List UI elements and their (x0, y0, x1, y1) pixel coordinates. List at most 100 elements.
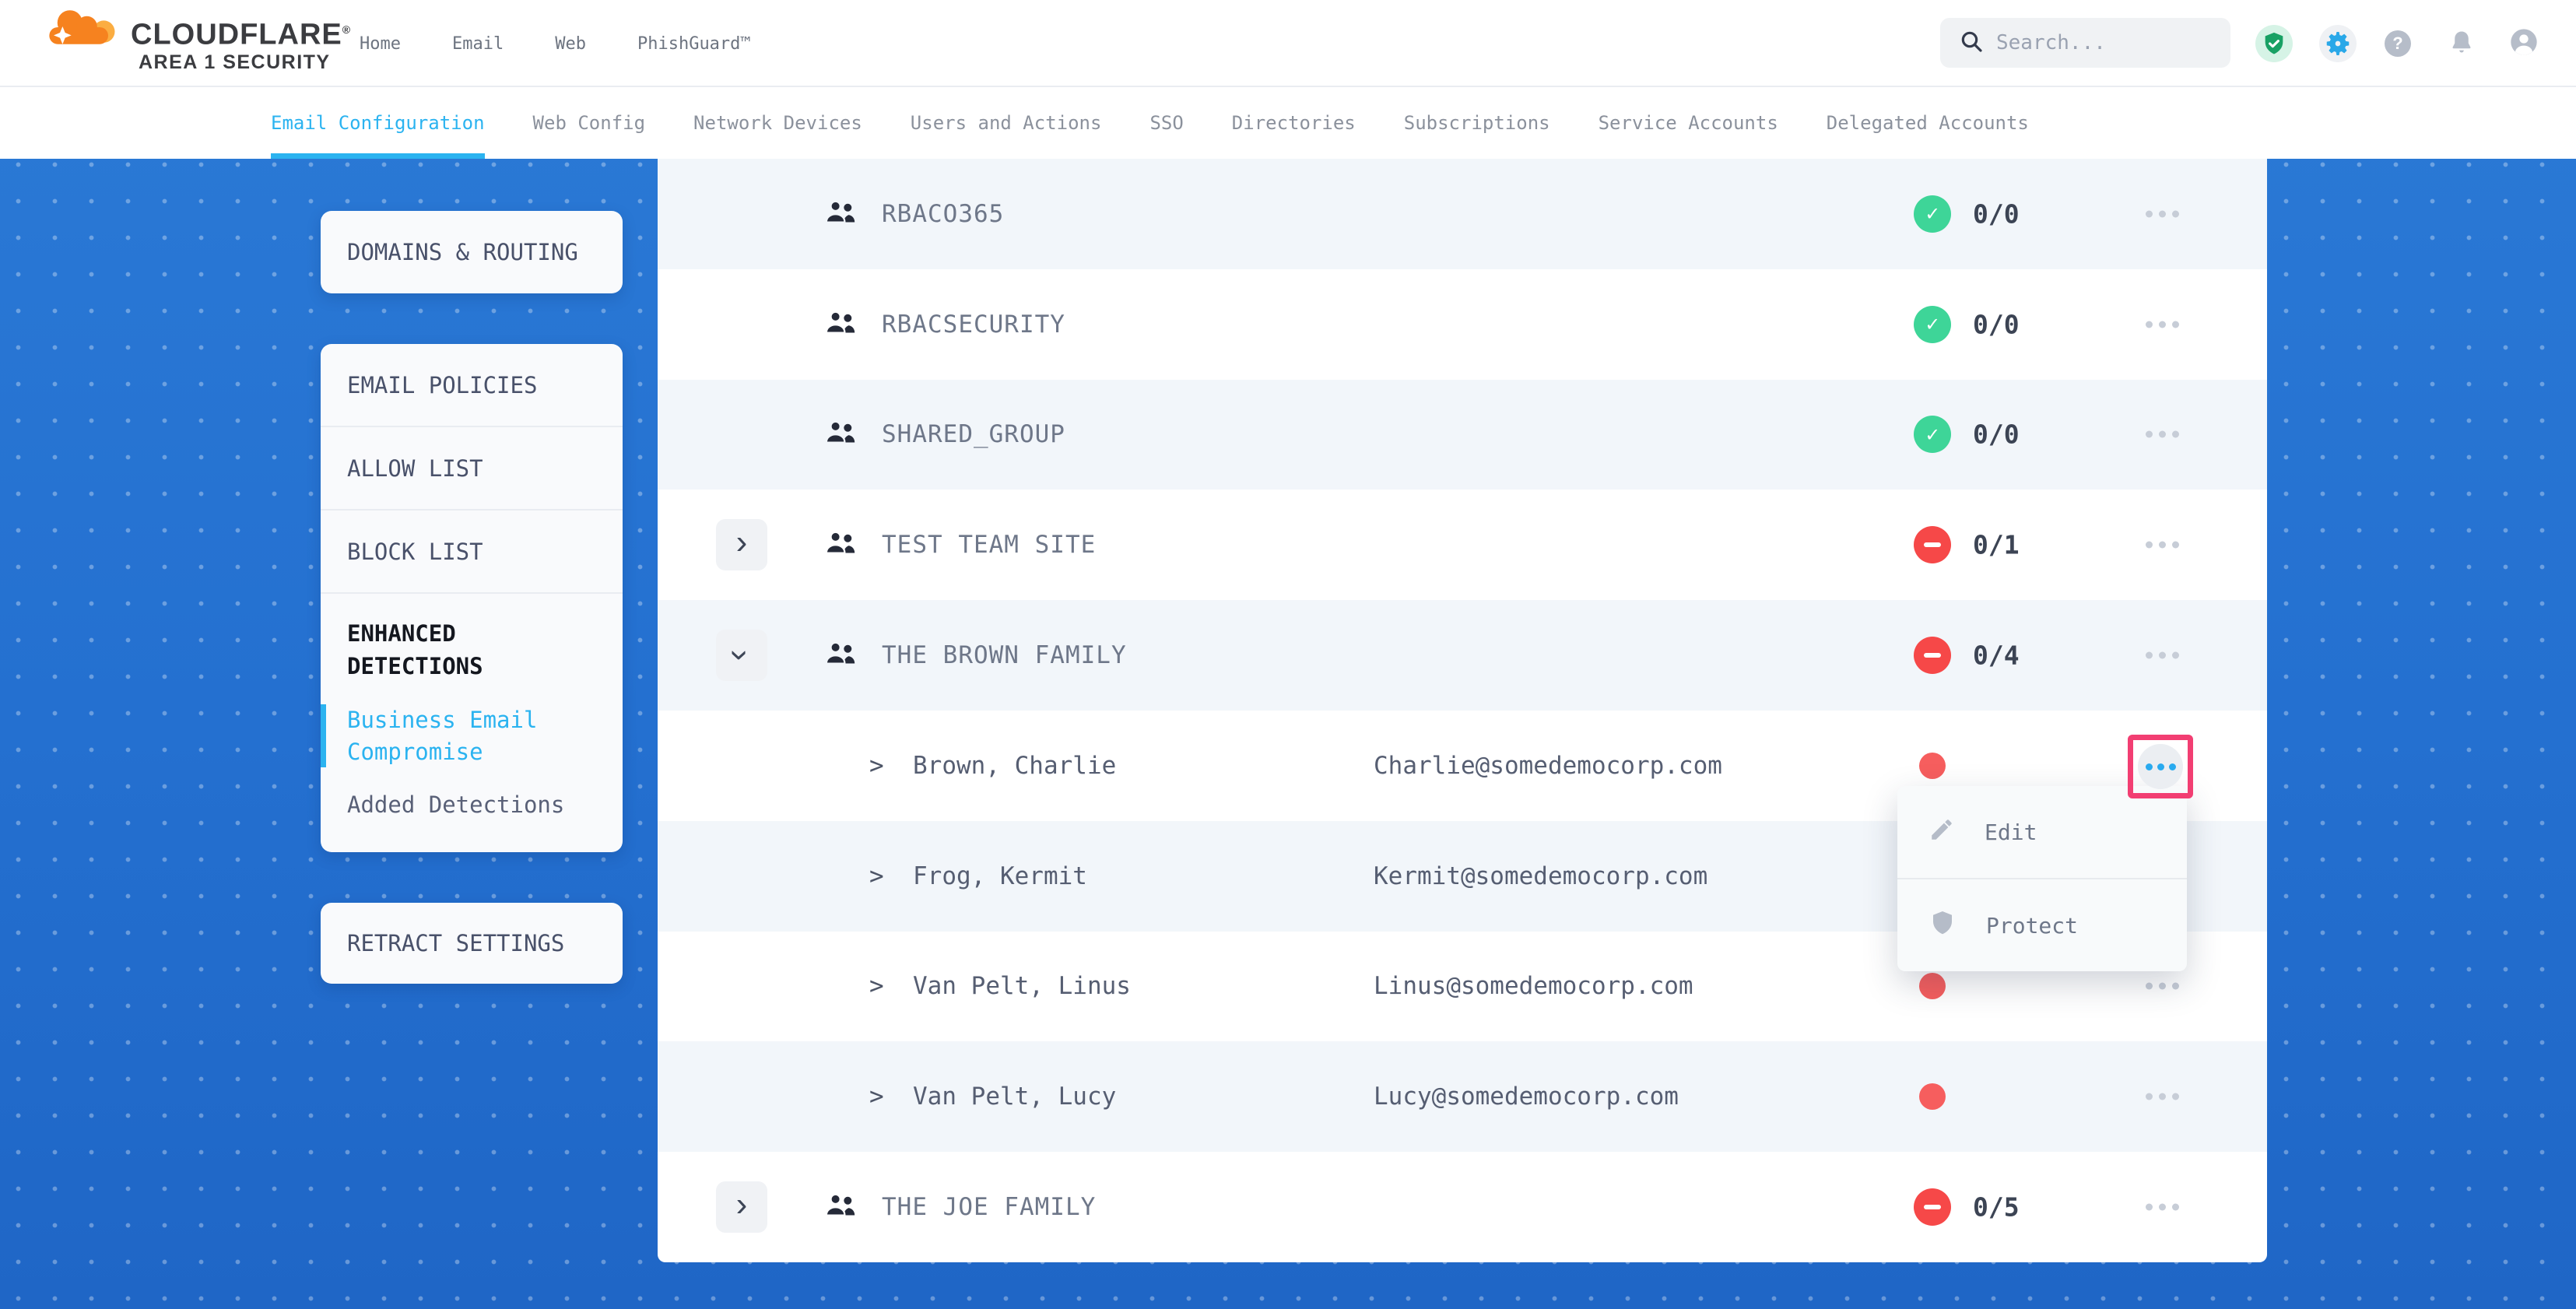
row-menu-button[interactable] (2138, 423, 2187, 446)
brand-subtitle: AREA 1 SECURITY (131, 51, 351, 74)
protected-count: 0/5 (1973, 1192, 2020, 1223)
protection-status-button[interactable] (2255, 0, 2293, 87)
sidebar-item-added-detections[interactable]: Added Detections (347, 789, 599, 821)
row-context-menu: Edit Protect (1897, 786, 2187, 971)
chevron-down-icon: › (723, 650, 757, 662)
group-people-icon (823, 1191, 860, 1223)
row-menu-button[interactable] (2138, 1086, 2187, 1108)
sidebar-card-policies: EMAIL POLICIES ALLOW LIST BLOCK LIST ENH… (321, 344, 623, 852)
table-row-group[interactable]: › THE JOE FAMILY 0/5 (658, 1152, 2267, 1262)
account-button[interactable] (2508, 0, 2539, 87)
group-people-icon (823, 308, 860, 340)
app-root: CLOUDFLARE® AREA 1 SECURITY Home Email W… (0, 0, 2576, 1309)
help-icon: ? (2385, 30, 2411, 57)
sidebar-item-domains-routing[interactable]: DOMAINS & ROUTING (347, 239, 578, 265)
user-caret-icon: > (869, 972, 884, 1000)
help-button[interactable]: ? (2385, 0, 2411, 87)
expand-button[interactable]: › (716, 1181, 767, 1233)
protected-count: 0/1 (1973, 530, 2020, 560)
table-row-group[interactable]: SHARED_GROUP ✓ 0/0 (658, 380, 2267, 490)
trademark: ® (342, 23, 351, 36)
sidebar-section-enhanced-detections: ENHANCED DETECTIONS Business Email Compr… (321, 594, 623, 821)
user-name: Frog, Kermit (913, 862, 1087, 890)
row-menu-button[interactable] (2138, 644, 2187, 667)
group-people-icon (823, 640, 860, 672)
top-nav-email[interactable]: Email (452, 34, 504, 54)
menu-item-edit[interactable]: Edit (1897, 786, 2187, 878)
collapse-button[interactable]: › (716, 630, 767, 681)
user-email: Lucy@somedemocorp.com (1374, 1083, 1679, 1111)
tab-web-config[interactable]: Web Config (533, 87, 646, 159)
search-icon (1959, 29, 1984, 57)
notifications-bell-icon (2448, 29, 2475, 58)
top-nav-phishguard[interactable]: PhishGuard™ (637, 34, 751, 54)
status-blocked-badge (1914, 1188, 1951, 1226)
groups-users-table: RBACO365 ✓ 0/0 RBACSECURITY ✓ 0/0 (658, 159, 2267, 1262)
brand-title: CLOUDFLARE® (131, 14, 351, 51)
table-row-user[interactable]: > Van Pelt, Lucy Lucy@somedemocorp.com (658, 1041, 2267, 1152)
tab-sso[interactable]: SSO (1149, 87, 1183, 159)
click-highlight-box (2128, 735, 2193, 798)
top-nav-home[interactable]: Home (360, 34, 401, 54)
menu-item-protect[interactable]: Protect (1897, 879, 2187, 971)
top-nav: Home Email Web PhishGuard™ (360, 0, 751, 87)
tab-users-and-actions[interactable]: Users and Actions (911, 87, 1102, 159)
table-row-group[interactable]: › TEST TEAM SITE 0/1 (658, 490, 2267, 600)
user-name: Brown, Charlie (913, 752, 1116, 780)
settings-tabbar: Email Configuration Web Config Network D… (0, 87, 2576, 159)
user-avatar-icon (2508, 26, 2539, 61)
chevron-right-icon: › (736, 1188, 748, 1222)
search-input[interactable] (1996, 31, 2191, 54)
user-caret-icon: > (869, 1083, 884, 1111)
chevron-right-icon: › (736, 525, 748, 560)
expand-button[interactable]: › (716, 519, 767, 570)
user-caret-icon: > (869, 752, 884, 780)
search-box[interactable] (1940, 18, 2230, 68)
user-email: Linus@somedemocorp.com (1374, 972, 1693, 1000)
group-name: TEST TEAM SITE (882, 531, 1096, 559)
user-email: Charlie@somedemocorp.com (1374, 752, 1722, 780)
user-caret-icon: > (869, 862, 884, 890)
shield-check-icon (2255, 25, 2293, 62)
status-blocked-dot (1919, 753, 1946, 779)
protected-count: 0/0 (1973, 309, 2020, 339)
status-blocked-badge (1914, 526, 1951, 563)
row-menu-button[interactable] (2138, 202, 2187, 225)
row-menu-button[interactable] (2138, 313, 2187, 335)
settings-gear-icon (2319, 25, 2357, 62)
row-menu-button[interactable] (2138, 975, 2187, 998)
top-nav-web[interactable]: Web (555, 34, 586, 54)
sidebar-card-domains-routing[interactable]: DOMAINS & ROUTING (321, 211, 623, 293)
tab-directories[interactable]: Directories (1232, 87, 1356, 159)
sidebar-item-block-list[interactable]: BLOCK LIST (321, 511, 623, 594)
group-name: RBACSECURITY (882, 311, 1065, 339)
cloudflare-cloud-icon (40, 6, 121, 74)
sidebar-card-retract-settings[interactable]: RETRACT SETTINGS (321, 903, 623, 984)
notifications-button[interactable] (2448, 0, 2475, 87)
tab-network-devices[interactable]: Network Devices (693, 87, 862, 159)
tab-email-configuration[interactable]: Email Configuration (271, 87, 485, 159)
user-name: Van Pelt, Lucy (913, 1083, 1116, 1111)
sidebar-item-email-policies[interactable]: EMAIL POLICIES (321, 344, 623, 427)
sidebar-item-business-email-compromise[interactable]: Business Email Compromise (321, 704, 599, 767)
tab-service-accounts[interactable]: Service Accounts (1599, 87, 1778, 159)
protected-count: 0/4 (1973, 640, 2020, 671)
row-menu-button[interactable] (2138, 1196, 2187, 1219)
tab-subscriptions[interactable]: Subscriptions (1404, 87, 1550, 159)
sidebar-item-allow-list[interactable]: ALLOW LIST (321, 427, 623, 511)
protected-count: 0/0 (1973, 419, 2020, 450)
status-allowed-badge: ✓ (1914, 306, 1951, 343)
group-name: THE JOE FAMILY (882, 1193, 1096, 1221)
status-allowed-badge: ✓ (1914, 195, 1951, 233)
table-row-group[interactable]: RBACSECURITY ✓ 0/0 (658, 269, 2267, 380)
user-name: Van Pelt, Linus (913, 972, 1131, 1000)
table-row-group[interactable]: › THE BROWN FAMILY 0/4 (658, 600, 2267, 711)
settings-button[interactable] (2319, 0, 2357, 87)
tab-delegated-accounts[interactable]: Delegated Accounts (1827, 87, 2029, 159)
group-name: RBACO365 (882, 200, 1004, 228)
sidebar-item-retract-settings[interactable]: RETRACT SETTINGS (347, 930, 564, 956)
table-row-group[interactable]: RBACO365 ✓ 0/0 (658, 159, 2267, 269)
header: CLOUDFLARE® AREA 1 SECURITY Home Email W… (0, 0, 2576, 87)
row-menu-button[interactable] (2138, 534, 2187, 556)
status-allowed-badge: ✓ (1914, 416, 1951, 453)
